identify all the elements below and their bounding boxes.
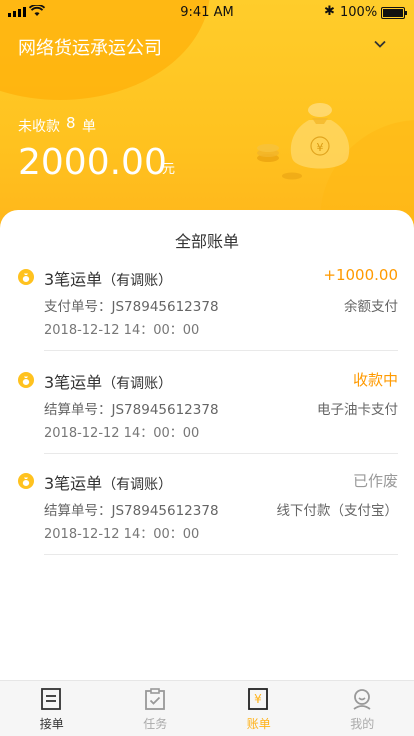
money-bag-icon bbox=[18, 473, 34, 489]
tab-label: 任务 bbox=[143, 717, 168, 731]
bill-title: 3笔运单（有调账） bbox=[44, 270, 173, 289]
battery-icon bbox=[381, 7, 407, 19]
amount-unit: 元 bbox=[162, 162, 176, 177]
bill-date: 2018-12-12 14：00：00 bbox=[44, 323, 200, 338]
bill-item[interactable]: 3笔运单（有调账） 已作废 结算单号：JS78945612378 线下付款（支付… bbox=[0, 468, 414, 568]
money-bag-icon bbox=[18, 372, 34, 388]
bill-title: 3笔运单（有调账） bbox=[44, 474, 173, 493]
divider bbox=[44, 350, 398, 351]
bill-title: 3笔运单（有调账） bbox=[44, 373, 173, 392]
bill-item[interactable]: 3笔运单（有调账） 收款中 结算单号：JS78945612378 电子油卡支付 … bbox=[0, 367, 414, 467]
svg-text:¥: ¥ bbox=[254, 692, 262, 706]
tab-tasks[interactable]: 任务 bbox=[104, 681, 208, 736]
payment-method: 线下付款（支付宝） bbox=[276, 503, 399, 519]
clipboard-icon bbox=[144, 688, 165, 710]
company-selector[interactable]: 网络货运承运公司 bbox=[18, 34, 162, 60]
divider bbox=[44, 554, 398, 555]
divider bbox=[44, 453, 398, 454]
bluetooth-icon: ✱ bbox=[324, 4, 335, 19]
tab-label: 接单 bbox=[39, 717, 64, 731]
tab-orders[interactable]: 接单 bbox=[0, 681, 104, 736]
unpaid-count: 8 bbox=[66, 114, 76, 132]
unpaid-unit: 单 bbox=[82, 119, 96, 135]
tab-label: 账单 bbox=[246, 717, 271, 731]
money-bag-icon bbox=[18, 269, 34, 285]
status-bar: 9:41 AM ✱ 100% bbox=[0, 0, 414, 24]
money-bag-illustration: ¥ bbox=[257, 103, 350, 180]
unpaid-label: 未收款 bbox=[18, 119, 60, 135]
bill-amount: +1000.00 bbox=[323, 266, 398, 284]
bill-status: 收款中 bbox=[352, 371, 398, 389]
bill-status: 已作废 bbox=[352, 472, 398, 490]
settlement-number: 结算单号：JS78945612378 bbox=[44, 503, 219, 519]
bill-item[interactable]: 3笔运单（有调账） +1000.00 支付单号：JS78945612378 余额… bbox=[0, 264, 414, 364]
battery-percent: 100% bbox=[340, 5, 378, 20]
list-icon bbox=[41, 688, 61, 710]
bottom-tab-bar: 接单 任务 ¥ 账单 我的 bbox=[0, 680, 414, 736]
section-title: 全部账单 bbox=[174, 232, 239, 251]
user-icon bbox=[352, 689, 371, 710]
bill-icon: ¥ bbox=[248, 688, 268, 710]
tab-label: 我的 bbox=[350, 717, 375, 731]
chevron-down-icon[interactable] bbox=[374, 38, 386, 50]
bill-list-panel: 全部账单 3笔运单（有调账） +1000.00 支付单号：JS789456123… bbox=[0, 210, 414, 680]
bill-date: 2018-12-12 14：00：00 bbox=[44, 426, 200, 441]
screen: 9:41 AM ✱ 100% 网络货运承运公司 未收款 8 单 2000.00 … bbox=[0, 0, 414, 736]
tab-bills[interactable]: ¥ 账单 bbox=[207, 681, 311, 736]
svg-text:¥: ¥ bbox=[317, 141, 324, 154]
payment-number: 支付单号：JS78945612378 bbox=[44, 299, 219, 315]
unpaid-amount: 2000.00 bbox=[18, 142, 167, 183]
bill-date: 2018-12-12 14：00：00 bbox=[44, 527, 200, 542]
tab-profile[interactable]: 我的 bbox=[311, 681, 414, 736]
payment-method: 余额支付 bbox=[344, 299, 398, 315]
payment-method: 电子油卡支付 bbox=[317, 402, 398, 418]
settlement-number: 结算单号：JS78945612378 bbox=[44, 402, 219, 418]
